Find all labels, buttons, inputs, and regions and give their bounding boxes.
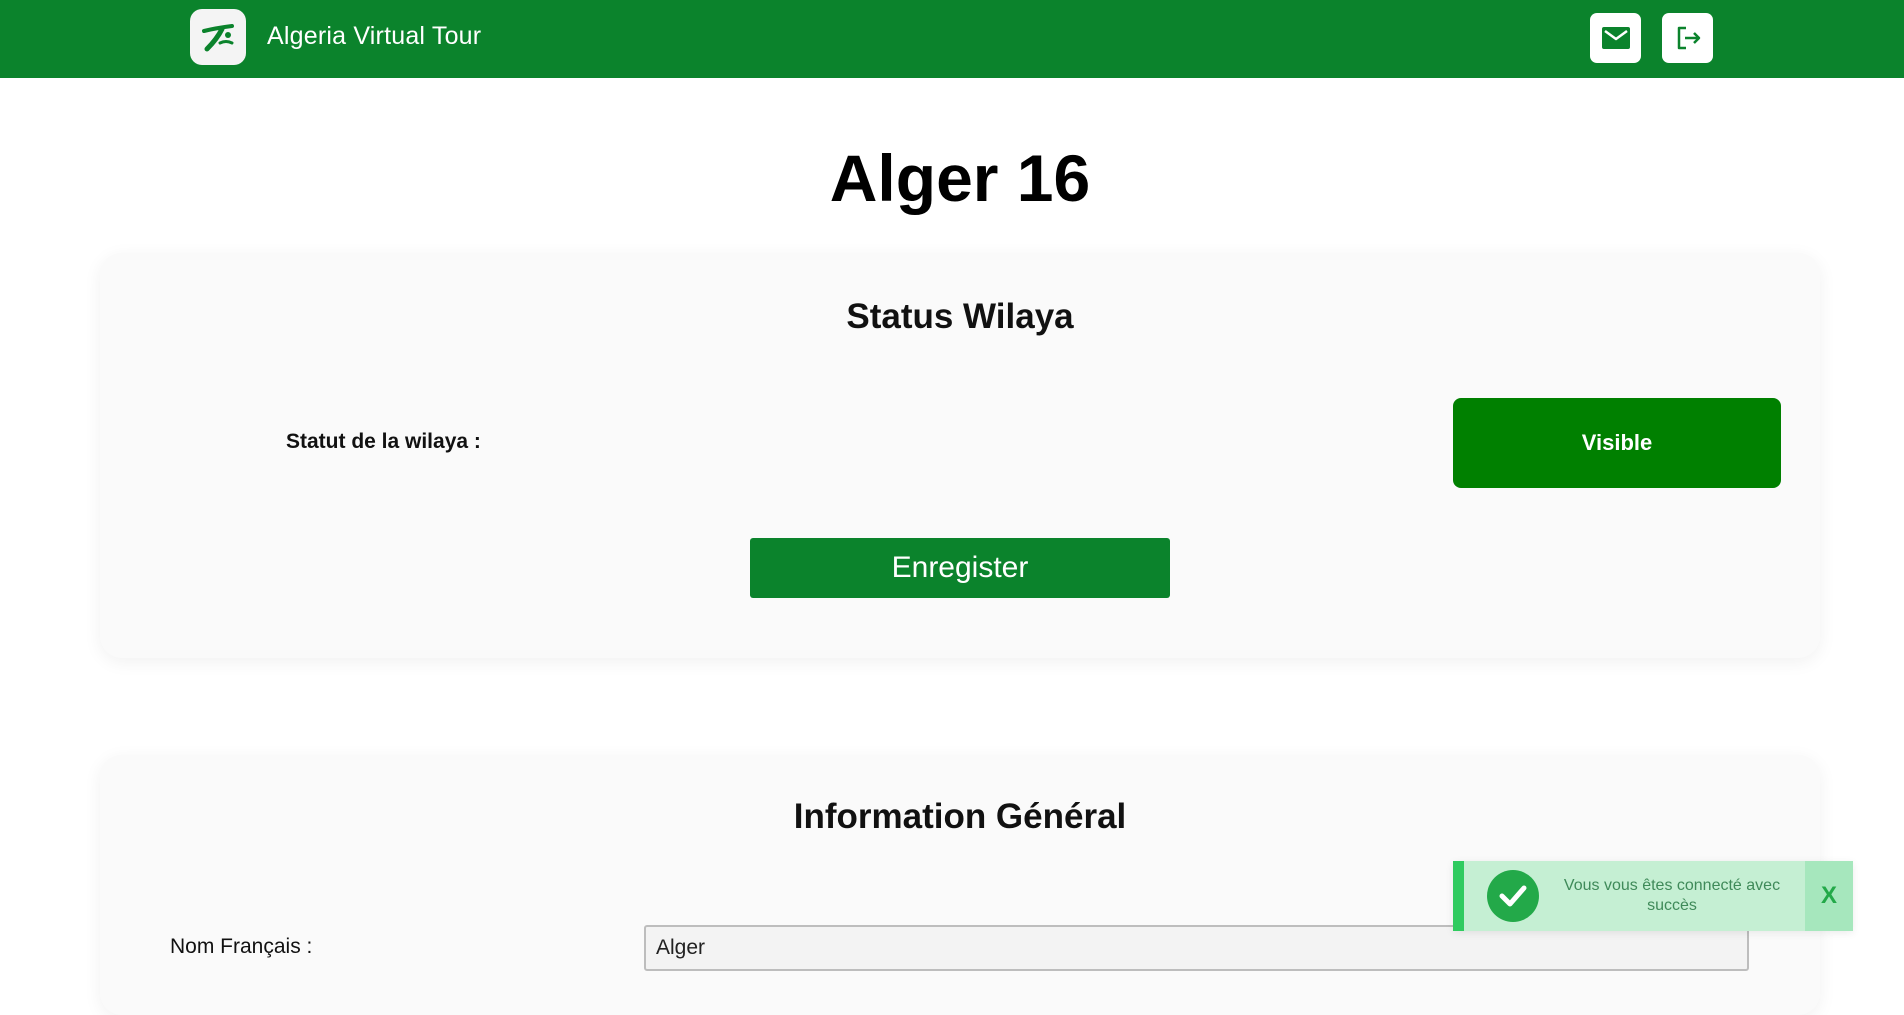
algeria-virtual-tour-logo [202,24,234,52]
page-title: Alger 16 [829,141,1091,215]
nom-francais-input[interactable] [644,925,1749,971]
check-icon [1499,885,1527,907]
status-toggle-button[interactable]: Visible [1453,398,1781,488]
status-card-title: Status Wilaya [846,297,1074,336]
save-button[interactable]: Enregister [750,538,1170,598]
app-title: Algeria Virtual Tour [267,22,482,50]
messages-button[interactable] [1590,13,1641,63]
logout-icon [1677,26,1700,50]
mail-icon [1601,27,1630,49]
status-wilaya-card: Status Wilaya Statut de la wilaya : Visi… [100,253,1820,658]
toast-close-button[interactable]: X [1805,861,1853,931]
toast-message: Vous vous êtes connecté avec succès [1563,877,1781,914]
check-circle-icon [1487,870,1539,922]
success-toast: Vous vous êtes connecté avec succès X [1453,861,1853,931]
nom-francais-label: Nom Français : [170,935,313,958]
logout-button[interactable] [1662,13,1713,63]
app-logo[interactable] [190,9,246,65]
info-card-title: Information Général [793,797,1127,836]
top-navbar: Algeria Virtual Tour [0,0,1904,78]
status-label: Statut de la wilaya : [286,430,481,453]
toast-accent-bar [1453,861,1464,931]
